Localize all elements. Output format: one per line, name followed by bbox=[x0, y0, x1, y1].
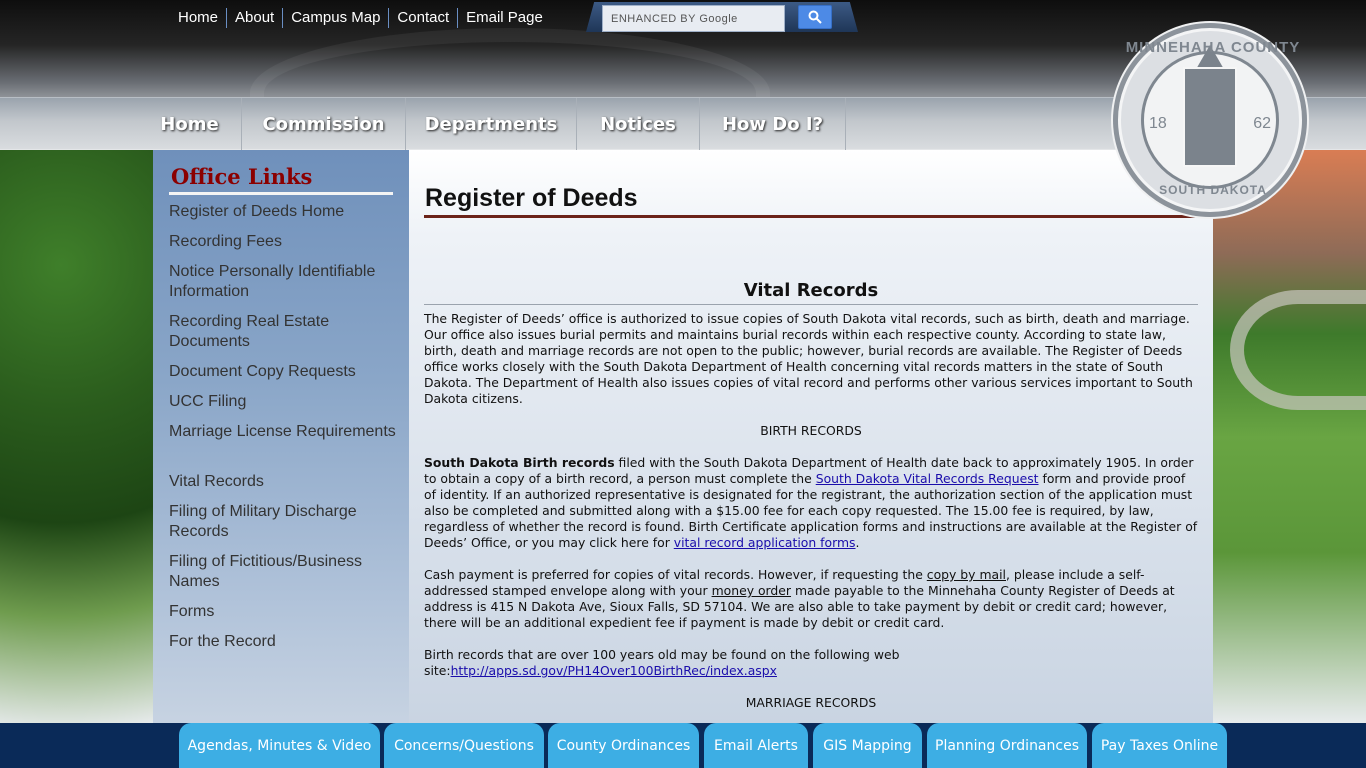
seal-top-text: MINNEHAHA COUNTY bbox=[1125, 39, 1301, 56]
sidebar-divider bbox=[169, 192, 393, 195]
background-photo-left bbox=[0, 150, 153, 725]
office-links-sidebar: Office Links Register of Deeds Home Reco… bbox=[153, 150, 409, 725]
search-icon bbox=[808, 10, 822, 24]
quick-link-agendas[interactable]: Agendas, Minutes & Video bbox=[179, 723, 380, 768]
birth-text-3: . bbox=[855, 535, 860, 550]
birth-records-paragraph: South Dakota Birth records filed with th… bbox=[424, 455, 1198, 551]
seal-tower bbox=[1183, 67, 1237, 167]
top-link-contact[interactable]: Contact bbox=[388, 8, 457, 28]
quick-link-concerns[interactable]: Concerns/Questions bbox=[384, 723, 544, 768]
top-link-email-page[interactable]: Email Page bbox=[457, 8, 551, 28]
copy-by-mail-text: copy by mail bbox=[926, 567, 1006, 582]
birth-bold-text: South Dakota Birth records bbox=[424, 455, 615, 470]
seal-bottom-text: SOUTH DAKOTA bbox=[1159, 183, 1267, 197]
sidebar-title: Office Links bbox=[171, 164, 313, 189]
sidebar-link-fictitious-business-names[interactable]: Filing of Fictitious/Business Names bbox=[169, 552, 399, 592]
old-birth-records-link[interactable]: http://apps.sd.gov/PH14Over100BirthRec/i… bbox=[451, 663, 777, 678]
old-birth-records-paragraph: Birth records that are over 100 years ol… bbox=[424, 647, 924, 679]
section-divider bbox=[424, 304, 1198, 305]
background-path-decoration bbox=[1230, 290, 1366, 410]
vital-record-forms-link[interactable]: vital record application forms bbox=[674, 535, 856, 550]
sidebar-link-document-copy-requests[interactable]: Document Copy Requests bbox=[169, 362, 399, 382]
vital-records-request-link[interactable]: South Dakota Vital Records Request bbox=[816, 471, 1039, 486]
quick-link-county-ordinances[interactable]: County Ordinances bbox=[548, 723, 699, 768]
nav-departments[interactable]: Departments bbox=[406, 98, 577, 150]
marriage-records-heading: MARRIAGE RECORDS bbox=[745, 695, 877, 710]
birth-records-heading: BIRTH RECORDS bbox=[760, 423, 862, 438]
sidebar-link-marriage-license[interactable]: Marriage License Requirements bbox=[169, 422, 399, 442]
top-utility-links: Home About Campus Map Contact Email Page bbox=[170, 7, 551, 29]
nav-commission[interactable]: Commission bbox=[242, 98, 406, 150]
sidebar-link-register-of-deeds-home[interactable]: Register of Deeds Home bbox=[169, 202, 399, 222]
top-link-campus-map[interactable]: Campus Map bbox=[282, 8, 388, 28]
search-button[interactable] bbox=[798, 5, 832, 29]
search-input[interactable] bbox=[602, 5, 785, 32]
sidebar-link-recording-fees[interactable]: Recording Fees bbox=[169, 232, 399, 252]
background-photo-right bbox=[1213, 150, 1366, 725]
sidebar-link-for-the-record[interactable]: For the Record bbox=[169, 632, 399, 652]
intro-paragraph: The Register of Deeds’ office is authori… bbox=[424, 311, 1193, 406]
top-link-home[interactable]: Home bbox=[170, 8, 226, 28]
nav-how-do-i[interactable]: How Do I? bbox=[700, 98, 846, 150]
sidebar-link-pii-notice[interactable]: Notice Personally Identifiable Informati… bbox=[169, 262, 399, 302]
quick-links-bar: Agendas, Minutes & Video Concerns/Questi… bbox=[0, 723, 1366, 768]
quick-link-email-alerts[interactable]: Email Alerts bbox=[704, 723, 808, 768]
sidebar-link-ucc-filing[interactable]: UCC Filing bbox=[169, 392, 399, 412]
quick-link-pay-taxes[interactable]: Pay Taxes Online bbox=[1092, 723, 1227, 768]
section-heading: Vital Records bbox=[743, 280, 879, 301]
county-seal-logo[interactable]: MINNEHAHA COUNTY SOUTH DAKOTA 18 62 bbox=[1118, 28, 1302, 212]
cash-payment-paragraph: Cash payment is preferred for copies of … bbox=[424, 567, 1198, 631]
sidebar-link-forms[interactable]: Forms bbox=[169, 602, 399, 622]
nav-notices[interactable]: Notices bbox=[577, 98, 700, 150]
cash-text-1: Cash payment is preferred for copies of … bbox=[424, 567, 927, 582]
top-link-about[interactable]: About bbox=[226, 8, 282, 28]
seal-year-left: 18 bbox=[1149, 115, 1167, 132]
quick-link-gis-mapping[interactable]: GIS Mapping bbox=[813, 723, 922, 768]
seal-year-right: 62 bbox=[1253, 115, 1271, 132]
money-order-text: money order bbox=[711, 583, 792, 598]
main-content: Register of Deeds Vital Records The Regi… bbox=[409, 150, 1213, 725]
sidebar-link-vital-records[interactable]: Vital Records bbox=[169, 472, 399, 492]
page-title: Register of Deeds bbox=[425, 184, 638, 212]
sidebar-link-recording-real-estate[interactable]: Recording Real Estate Documents bbox=[169, 312, 399, 352]
quick-link-planning-ordinances[interactable]: Planning Ordinances bbox=[927, 723, 1087, 768]
nav-home[interactable]: Home bbox=[138, 98, 242, 150]
title-divider bbox=[424, 215, 1198, 218]
sidebar-link-military-discharge[interactable]: Filing of Military Discharge Records bbox=[169, 502, 399, 542]
